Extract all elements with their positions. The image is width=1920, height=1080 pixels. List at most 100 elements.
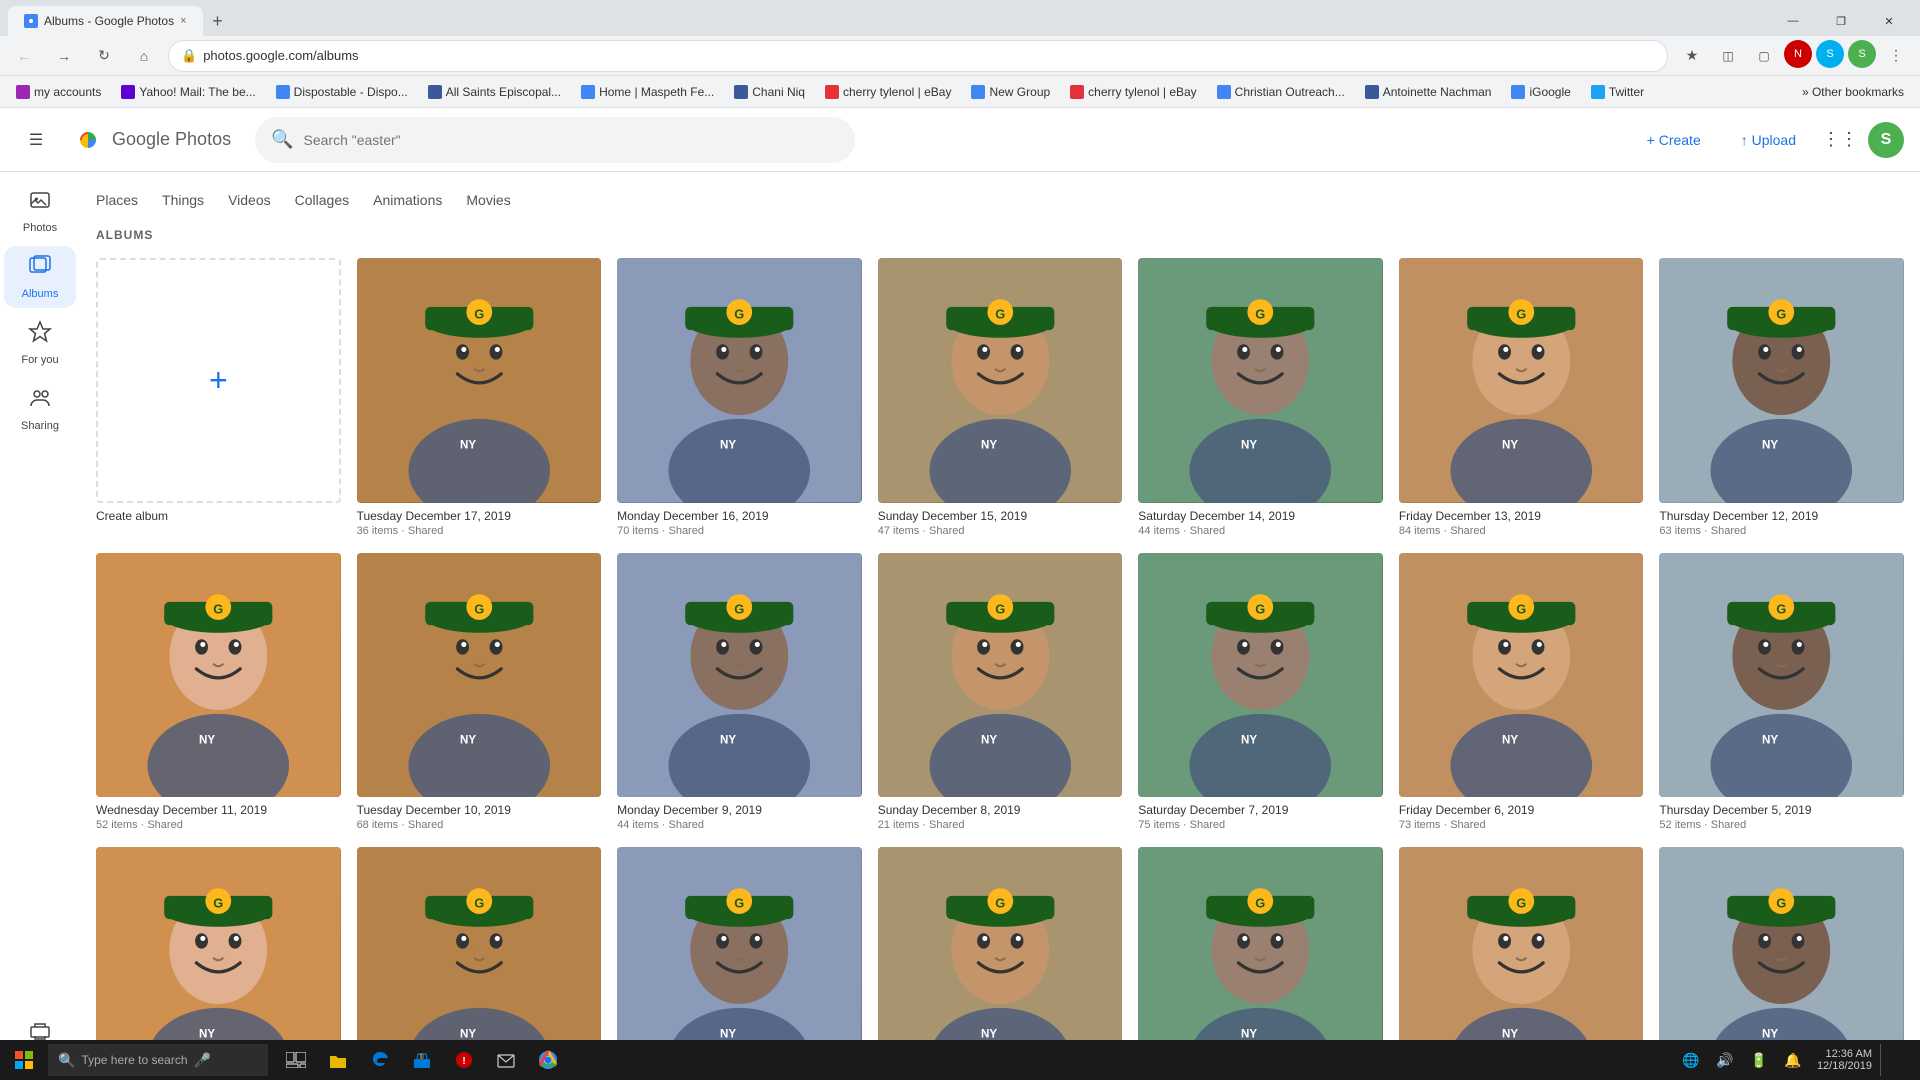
system-clock[interactable]: 12:36 AM 12/18/2019 xyxy=(1811,1048,1878,1072)
bookmark-new-group[interactable]: New Group xyxy=(963,83,1058,101)
bookmark-my-accounts[interactable]: my accounts xyxy=(8,83,109,101)
album-card-dec6[interactable]: G NY Friday December 6, 2019 73 items · … xyxy=(1399,553,1644,832)
category-movies[interactable]: Movies xyxy=(466,188,510,212)
svg-text:G: G xyxy=(1777,601,1787,616)
task-view-button[interactable] xyxy=(276,1040,316,1080)
volume-icon[interactable]: 🔊 xyxy=(1709,1044,1741,1076)
album-card-dec5[interactable]: G NY Thursday December 5, 2019 52 items … xyxy=(1659,553,1904,832)
album-card-dec15[interactable]: G NY Sunday December 15, 2019 47 items ·… xyxy=(878,258,1123,537)
main-content: Places Things Videos Collages Animations… xyxy=(80,172,1920,1080)
category-places[interactable]: Places xyxy=(96,188,138,212)
taskbar-search-bar[interactable]: 🔍 Type here to search 🎤 xyxy=(48,1044,268,1076)
home-button[interactable]: ⌂ xyxy=(128,40,160,72)
other-bookmarks[interactable]: » Other bookmarks xyxy=(1794,83,1912,101)
reload-button[interactable]: ↻ xyxy=(88,40,120,72)
bookmark-maspeth[interactable]: Home | Maspeth Fe... xyxy=(573,83,722,101)
category-things[interactable]: Things xyxy=(162,188,204,212)
bookmark-twitter[interactable]: Twitter xyxy=(1583,83,1652,101)
bookmark-facebook-1[interactable]: All Saints Episcopal... xyxy=(420,83,569,101)
network-icon[interactable]: 🌐 xyxy=(1675,1044,1707,1076)
bookmark-icon xyxy=(1591,85,1605,99)
minimize-button[interactable]: — xyxy=(1770,6,1816,36)
bookmark-igoogle[interactable]: iGoogle xyxy=(1503,83,1578,101)
create-button[interactable]: + Create xyxy=(1631,124,1717,156)
search-input[interactable] xyxy=(304,132,840,148)
album-card-dec9[interactable]: G NY Monday December 9, 2019 44 items · … xyxy=(617,553,862,832)
google-apps-button[interactable]: ⋮⋮ xyxy=(1820,120,1860,160)
app-logo: Google Photos xyxy=(72,124,231,156)
bookmark-cherry-1[interactable]: cherry tylenol | eBay xyxy=(817,83,960,101)
create-album-card[interactable]: + Create album xyxy=(96,258,341,537)
bookmark-yahoo-mail[interactable]: Yahoo! Mail: The be... xyxy=(113,83,263,101)
cast-button[interactable]: ▢ xyxy=(1748,40,1780,72)
album-thumbnail: G NY xyxy=(1138,258,1383,503)
bookmark-antoinette[interactable]: Antoinette Nachman xyxy=(1357,83,1500,101)
album-card-dec8[interactable]: G NY Sunday December 8, 2019 21 items · … xyxy=(878,553,1123,832)
album-card-dec10[interactable]: G NY Tuesday December 10, 2019 68 items … xyxy=(357,553,602,832)
battery-icon[interactable]: 🔋 xyxy=(1743,1044,1775,1076)
album-thumbnail: G NY xyxy=(1399,258,1644,503)
album-card-dec13[interactable]: G NY Friday December 13, 2019 84 items ·… xyxy=(1399,258,1644,537)
bookmark-cherry-2[interactable]: cherry tylenol | eBay xyxy=(1062,83,1205,101)
chrome-button[interactable] xyxy=(528,1040,568,1080)
bookmark-christian[interactable]: Christian Outreach... xyxy=(1209,83,1353,101)
bookmark-icon xyxy=(1511,85,1525,99)
edge-button[interactable] xyxy=(360,1040,400,1080)
close-button[interactable]: ✕ xyxy=(1866,6,1912,36)
url-bar[interactable]: 🔒 photos.google.com/albums xyxy=(168,40,1668,72)
album-card-dec16[interactable]: G NY Monday December 16, 2019 70 items ·… xyxy=(617,258,862,537)
bookmark-star-icon[interactable]: ★ xyxy=(1676,40,1708,72)
bookmark-label: my accounts xyxy=(34,85,101,99)
album-card-dec11[interactable]: G NY Wednesday December 11, 2019 52 item… xyxy=(96,553,341,832)
menu-button[interactable]: ⋮ xyxy=(1880,40,1912,72)
album-photo-svg: G NY xyxy=(1138,553,1383,798)
store-button[interactable] xyxy=(402,1040,442,1080)
album-card-dec17[interactable]: G NY Tuesday December 17, 2019 36 items … xyxy=(357,258,602,537)
user-avatar[interactable]: S xyxy=(1868,122,1904,158)
svg-text:G: G xyxy=(1256,896,1266,911)
upload-button[interactable]: ↑ Upload xyxy=(1725,124,1812,156)
sidebar-item-sharing[interactable]: Sharing xyxy=(4,378,76,440)
main-layout: Photos Albums For you Sharing xyxy=(0,172,1920,1080)
hamburger-icon: ☰ xyxy=(29,130,43,150)
forward-button[interactable]: → xyxy=(48,40,80,72)
search-bar[interactable]: 🔍 xyxy=(255,117,855,163)
antivirus-button[interactable]: ! xyxy=(444,1040,484,1080)
sidebar-item-photos[interactable]: Photos xyxy=(4,180,76,242)
norton-icon[interactable]: N xyxy=(1784,40,1812,68)
start-button[interactable] xyxy=(4,1040,44,1080)
extensions-button[interactable]: ◫ xyxy=(1712,40,1744,72)
notifications-icon[interactable]: 🔔 xyxy=(1777,1044,1809,1076)
bookmark-icon xyxy=(734,85,748,99)
bookmark-chani[interactable]: Chani Niq xyxy=(726,83,813,101)
profile-icon[interactable]: S xyxy=(1848,40,1876,68)
category-animations[interactable]: Animations xyxy=(373,188,442,212)
bookmark-dispostable[interactable]: Dispostable - Dispo... xyxy=(268,83,416,101)
tab-close-button[interactable]: × xyxy=(180,15,186,27)
new-tab-button[interactable]: + xyxy=(203,6,233,36)
skype-icon[interactable]: S xyxy=(1816,40,1844,68)
album-title: Saturday December 7, 2019 xyxy=(1138,803,1383,817)
bookmark-label: Yahoo! Mail: The be... xyxy=(139,85,255,99)
show-desktop-button[interactable] xyxy=(1880,1044,1912,1076)
back-button[interactable]: ← xyxy=(8,40,40,72)
sidebar-item-albums[interactable]: Albums xyxy=(4,246,76,308)
album-title: Wednesday December 11, 2019 xyxy=(96,803,341,817)
restore-button[interactable]: ❐ xyxy=(1818,6,1864,36)
svg-text:NY: NY xyxy=(1502,734,1518,746)
category-collages[interactable]: Collages xyxy=(295,188,349,212)
create-album-area[interactable]: + xyxy=(96,258,341,503)
sidebar-item-for-you[interactable]: For you xyxy=(4,312,76,374)
svg-text:G: G xyxy=(734,601,744,616)
category-videos[interactable]: Videos xyxy=(228,188,271,212)
active-tab[interactable]: Albums - Google Photos × xyxy=(8,6,203,36)
mail-button[interactable] xyxy=(486,1040,526,1080)
album-card-dec7[interactable]: G NY Saturday December 7, 2019 75 items … xyxy=(1138,553,1383,832)
hamburger-menu[interactable]: ☰ xyxy=(16,120,56,160)
album-card-dec14[interactable]: G NY Saturday December 14, 2019 44 items… xyxy=(1138,258,1383,537)
album-card-dec12[interactable]: G NY Thursday December 12, 2019 63 items… xyxy=(1659,258,1904,537)
bookmark-icon xyxy=(121,85,135,99)
file-explorer-button[interactable] xyxy=(318,1040,358,1080)
svg-text:NY: NY xyxy=(720,734,736,746)
search-icon: 🔍 xyxy=(271,129,293,150)
